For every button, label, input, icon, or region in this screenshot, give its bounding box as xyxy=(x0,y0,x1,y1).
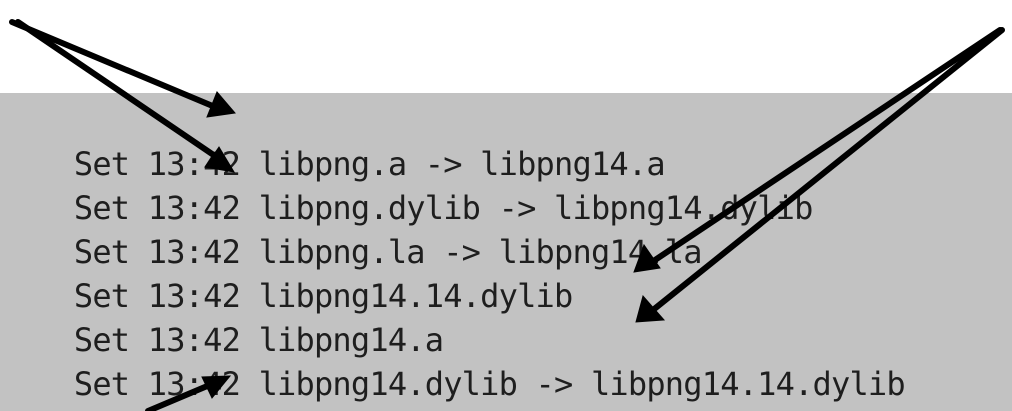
arrow-to-libpng14-a xyxy=(650,27,1005,313)
arrow-to-libpng-a xyxy=(9,19,218,110)
arrow-to-libpng14-dylib xyxy=(145,381,215,411)
arrow-to-libpng14-14-dylib xyxy=(649,27,1003,265)
arrowhead-icon xyxy=(635,294,666,323)
annotation-arrows xyxy=(9,19,1005,411)
arrow-to-libpng-dylib xyxy=(15,19,221,161)
